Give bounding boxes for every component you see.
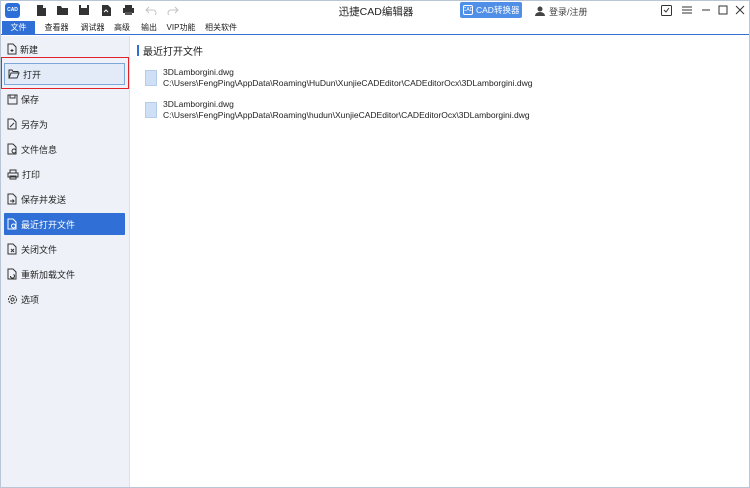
save-as-icon: [7, 118, 17, 130]
sidebar-item-label: 重新加载文件: [21, 269, 76, 280]
title-bar: CAD 迅捷CAD编辑器 CAD CAD转换器 登录/注册: [1, 1, 749, 21]
file-path: C:\Users\FengPing\AppData\Roaming\HuDun\…: [163, 78, 533, 88]
sidebar-item-print[interactable]: 打印: [4, 163, 125, 185]
maximize-icon[interactable]: [716, 3, 730, 17]
close-icon[interactable]: [733, 3, 747, 17]
sidebar-item-file-info[interactable]: 文件信息: [4, 138, 125, 160]
undo-icon[interactable]: [144, 3, 158, 17]
recent-file-item[interactable]: 3DLamborgini.dwg C:\Users\FengPing\AppDa…: [145, 99, 530, 127]
redo-icon[interactable]: [166, 3, 180, 17]
menu-related-software[interactable]: 相关软件: [201, 21, 241, 35]
recent-files-icon: [7, 218, 17, 230]
sidebar-item-label: 最近打开文件: [21, 219, 76, 230]
sidebar-item-label: 保存: [21, 94, 40, 105]
open-folder-quick-icon[interactable]: [55, 3, 69, 17]
export-quick-icon[interactable]: [99, 3, 113, 17]
recent-files-header: 最近打开文件: [137, 44, 203, 58]
sidebar-item-save-send[interactable]: 保存并发送: [4, 188, 125, 210]
open-item-highlight: [1, 57, 129, 89]
save-send-icon: [7, 193, 17, 205]
menu-file[interactable]: 文件: [2, 21, 35, 35]
new-file-quick-icon[interactable]: [34, 3, 48, 17]
login-button[interactable]: 登录/注册: [535, 4, 588, 18]
dwg-file-icon: [145, 102, 157, 118]
menu-vip[interactable]: VIP功能: [163, 21, 199, 35]
sidebar-item-close-file[interactable]: 关闭文件: [4, 238, 125, 260]
sidebar-item-label: 新建: [20, 44, 39, 55]
sidebar-item-label: 打印: [22, 169, 41, 180]
save-icon: [7, 94, 18, 104]
cad-converter-button[interactable]: CAD CAD转换器: [460, 2, 522, 18]
sidebar-item-label: 选项: [21, 294, 40, 305]
sidebar-item-label: 关闭文件: [21, 244, 58, 255]
options-gear-icon: [8, 294, 17, 304]
menu-bar: 文件 查看器 调试器 高级 输出 VIP功能 相关软件: [1, 21, 749, 35]
app-window: CAD 迅捷CAD编辑器 CAD CAD转换器 登录/注册 文件 查看器 调试器…: [0, 0, 750, 488]
feedback-icon[interactable]: [659, 3, 673, 17]
print-quick-icon[interactable]: [121, 3, 135, 17]
sidebar-item-reload-file[interactable]: 重新加载文件: [4, 263, 125, 285]
close-file-icon: [7, 243, 17, 255]
file-name: 3DLamborgini.dwg: [163, 67, 234, 77]
user-icon: [535, 6, 545, 16]
menu-output[interactable]: 输出: [137, 21, 161, 35]
new-file-icon: [7, 43, 17, 55]
file-menu-sidebar: 新建 打开 保存 另存为 文件信息 打印 保存并发送 最近打开文件 关闭文件 重…: [1, 36, 130, 487]
sidebar-item-recent-files[interactable]: 最近打开文件: [4, 213, 125, 235]
sidebar-item-label: 文件信息: [21, 144, 58, 155]
sidebar-item-label: 保存并发送: [21, 194, 67, 205]
minimize-icon[interactable]: [699, 3, 713, 17]
menu-debugger[interactable]: 调试器: [76, 21, 109, 35]
sidebar-item-options[interactable]: 选项: [4, 288, 125, 310]
page-title: 最近打开文件: [143, 46, 203, 58]
accent-bar: [137, 44, 139, 56]
sidebar-item-save[interactable]: 保存: [4, 88, 125, 110]
menu-icon[interactable]: [680, 3, 694, 17]
window-title: 迅捷CAD编辑器: [338, 6, 414, 18]
file-path: C:\Users\FengPing\AppData\Roaming\hudun\…: [163, 110, 530, 120]
cad-converter-icon: CAD: [462, 5, 474, 15]
file-info-icon: [7, 143, 17, 155]
dwg-file-icon: [145, 70, 157, 86]
print-icon: [7, 169, 19, 179]
recent-file-item[interactable]: 3DLamborgini.dwg C:\Users\FengPing\AppDa…: [145, 67, 532, 95]
reload-file-icon: [7, 268, 17, 280]
menu-viewer[interactable]: 查看器: [40, 21, 73, 35]
cad-converter-label: CAD转换器: [476, 5, 520, 15]
sidebar-item-save-as[interactable]: 另存为: [4, 113, 125, 135]
menu-advanced[interactable]: 高级: [110, 21, 134, 35]
login-label: 登录/注册: [549, 6, 588, 17]
app-logo: CAD: [5, 3, 20, 18]
save-quick-icon[interactable]: [77, 3, 91, 17]
file-name: 3DLamborgini.dwg: [163, 99, 234, 109]
sidebar-item-label: 另存为: [21, 119, 49, 130]
